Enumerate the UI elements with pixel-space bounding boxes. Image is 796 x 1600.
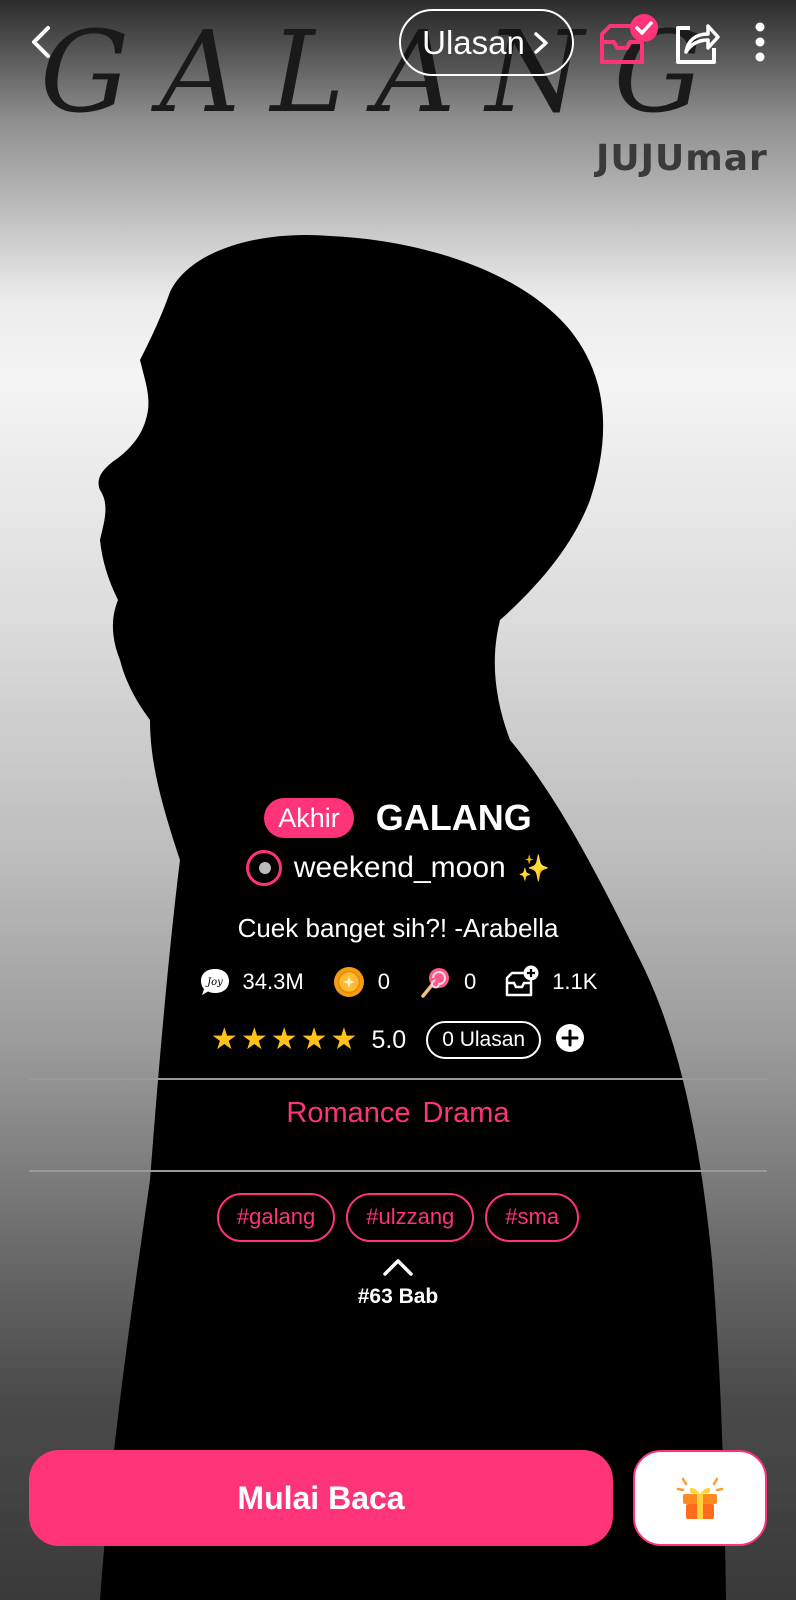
- book-tagline: Cuek banget sih?! -Arabella: [237, 913, 559, 943]
- reviews-link-button[interactable]: Ulasan: [399, 9, 574, 76]
- chevron-up-icon: [383, 1259, 413, 1276]
- back-button[interactable]: [22, 18, 62, 66]
- more-vertical-icon: [755, 22, 765, 62]
- coins-count: 0: [377, 969, 390, 994]
- start-reading-button[interactable]: Mulai Baca: [29, 1450, 613, 1546]
- star-icon: ★: [300, 1023, 328, 1056]
- genre-list: Romance Drama: [0, 1082, 796, 1144]
- star-icon: ★: [240, 1023, 268, 1056]
- cover-author-art: JUJUmar: [596, 138, 768, 179]
- add-review-button[interactable]: [555, 1023, 585, 1058]
- genre-link-romance[interactable]: Romance: [286, 1097, 410, 1130]
- chapter-count: #63 Bab: [357, 1285, 439, 1308]
- gift-button[interactable]: [633, 1450, 767, 1546]
- tag-chip[interactable]: #galang: [216, 1192, 336, 1242]
- plus-circle-icon: [556, 1023, 585, 1052]
- chevron-left-icon: [32, 26, 50, 58]
- more-options-button[interactable]: [748, 18, 772, 68]
- author-name: weekend_moon: [293, 851, 506, 884]
- share-button[interactable]: [672, 18, 722, 68]
- star-icon: ★: [210, 1023, 238, 1056]
- collapse-button[interactable]: [382, 1256, 414, 1278]
- tag-list: #galang #ulzzang #sma: [0, 1192, 796, 1242]
- book-title: GALANG: [375, 797, 532, 838]
- lollipops-count: 0: [463, 969, 477, 994]
- author-emoji: ✨: [517, 852, 551, 883]
- star-icon: ★: [270, 1023, 298, 1056]
- star-icon: ★: [330, 1023, 358, 1056]
- library-added-icon: [600, 14, 658, 64]
- genre-link-drama[interactable]: Drama: [423, 1097, 510, 1130]
- top-bar: Ulasan: [0, 0, 796, 90]
- lollipops-stat: 0: [418, 965, 476, 999]
- reads-count: 34.3M: [242, 969, 304, 994]
- reads-bubble-icon: Joy: [200, 969, 229, 995]
- rating-row: ★ ★ ★ ★ ★ 5.0 0 Ulasan: [0, 1018, 796, 1062]
- rating-value: 5.0: [371, 1025, 407, 1054]
- reads-stat: Joy 34.3M: [199, 966, 304, 998]
- library-adds-stat: 1.1K: [504, 965, 597, 999]
- title-row: Akhir GALANG: [0, 793, 796, 843]
- divider: [29, 1170, 767, 1172]
- tag-chip[interactable]: #ulzzang: [346, 1192, 475, 1242]
- gift-icon: [676, 1477, 724, 1519]
- stats-row: Joy 34.3M 0 0 1.1K: [0, 962, 796, 1002]
- coin-icon: [333, 967, 364, 997]
- tag-chip[interactable]: #sma: [485, 1192, 580, 1242]
- svg-text:Joy: Joy: [205, 977, 223, 988]
- status-badge: Akhir: [264, 798, 354, 838]
- library-toggle-button[interactable]: [594, 12, 664, 72]
- reviews-link-label: Ulasan: [422, 23, 525, 61]
- share-icon: [676, 24, 720, 64]
- star-rating: ★ ★ ★ ★ ★: [211, 1025, 358, 1055]
- author-avatar: [245, 850, 282, 886]
- author-link[interactable]: weekend_moon ✨: [0, 846, 796, 890]
- coins-stat: 0: [332, 965, 390, 999]
- library-add-icon: [505, 965, 539, 997]
- chevron-right-icon: [534, 31, 548, 54]
- divider: [29, 1078, 767, 1080]
- lollipop-icon: [421, 968, 449, 998]
- library-adds-count: 1.1K: [552, 969, 598, 994]
- reviews-count-button[interactable]: 0 Ulasan: [426, 1021, 542, 1059]
